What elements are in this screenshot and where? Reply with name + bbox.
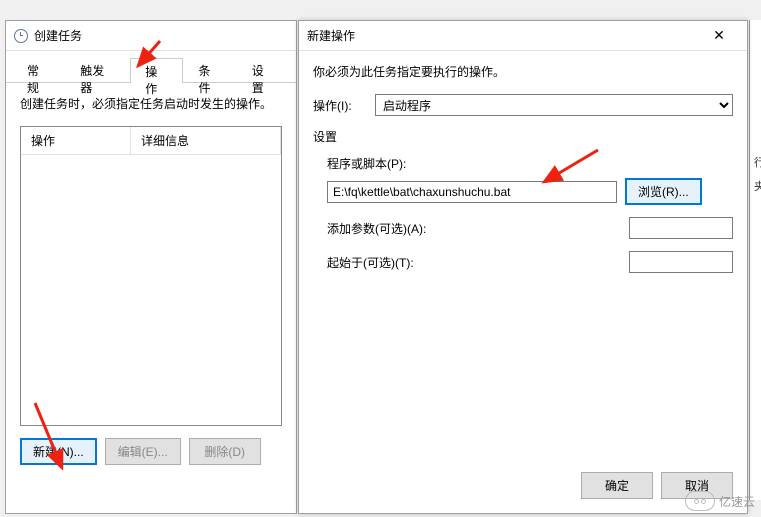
col-action[interactable]: 操作 — [21, 127, 131, 154]
new-action-dialog: 新建操作 ✕ 你必须为此任务指定要执行的操作。 操作(I): 启动程序 设置 程… — [298, 20, 748, 514]
path-input[interactable] — [327, 181, 617, 203]
main-titlebar: 创建任务 — [6, 21, 296, 51]
edge-text-2: 夹 — [754, 178, 761, 194]
main-title: 创建任务 — [34, 27, 288, 44]
tab-strip: 常规 触发器 操作 条件 设置 — [6, 51, 296, 83]
col-details[interactable]: 详细信息 — [131, 127, 281, 154]
args-label: 添加参数(可选)(A): — [327, 220, 427, 237]
actions-listbox[interactable]: 操作 详细信息 — [20, 126, 282, 426]
ok-button[interactable]: 确定 — [581, 472, 653, 499]
background-edge: 行 夹 — [749, 20, 761, 500]
startin-label: 起始于(可选)(T): — [327, 254, 427, 271]
startin-input[interactable] — [629, 251, 733, 273]
args-input[interactable] — [629, 217, 733, 239]
dialog-body: 你必须为此任务指定要执行的操作。 操作(I): 启动程序 设置 程序或脚本(P)… — [299, 51, 747, 297]
clock-icon — [14, 29, 28, 43]
settings-label: 设置 — [313, 128, 733, 145]
dialog-titlebar: 新建操作 ✕ — [299, 21, 747, 51]
list-buttons: 新建(N)... 编辑(E)... 删除(D) — [20, 438, 282, 465]
action-label: 操作(I): — [313, 97, 367, 114]
main-instruction: 创建任务时，必须指定任务启动时发生的操作。 — [20, 95, 282, 112]
action-select[interactable]: 启动程序 — [375, 94, 733, 116]
main-body: 创建任务时，必须指定任务启动时发生的操作。 操作 详细信息 新建(N)... 编… — [6, 83, 296, 477]
path-label: 程序或脚本(P): — [327, 157, 406, 171]
list-header: 操作 详细信息 — [21, 127, 281, 155]
tab-settings[interactable]: 设置 — [237, 57, 290, 82]
new-button[interactable]: 新建(N)... — [20, 438, 97, 465]
dialog-footer-buttons: 确定 取消 — [299, 458, 747, 513]
settings-group: 程序或脚本(P): 浏览(R)... 添加参数(可选)(A): 起始于(可选)(… — [313, 155, 733, 273]
tab-actions[interactable]: 操作 — [130, 58, 183, 83]
dialog-instruction: 你必须为此任务指定要执行的操作。 — [313, 63, 733, 80]
browse-button[interactable]: 浏览(R)... — [625, 178, 702, 205]
close-icon[interactable]: ✕ — [699, 21, 739, 50]
watermark-icon — [685, 491, 715, 511]
args-row: 添加参数(可选)(A): — [327, 217, 733, 239]
tab-triggers[interactable]: 触发器 — [65, 57, 130, 82]
tab-general[interactable]: 常规 — [12, 57, 65, 82]
startin-row: 起始于(可选)(T): — [327, 251, 733, 273]
path-row: 浏览(R)... — [327, 178, 733, 205]
edge-text-1: 行 — [754, 154, 761, 170]
watermark: 亿速云 — [685, 491, 755, 511]
watermark-text: 亿速云 — [719, 493, 755, 510]
delete-button[interactable]: 删除(D) — [189, 438, 261, 465]
action-row: 操作(I): 启动程序 — [313, 94, 733, 116]
edit-button[interactable]: 编辑(E)... — [105, 438, 181, 465]
dialog-title: 新建操作 — [307, 27, 699, 44]
create-task-window: 创建任务 常规 触发器 操作 条件 设置 创建任务时，必须指定任务启动时发生的操… — [5, 20, 297, 514]
tab-conditions[interactable]: 条件 — [183, 57, 236, 82]
